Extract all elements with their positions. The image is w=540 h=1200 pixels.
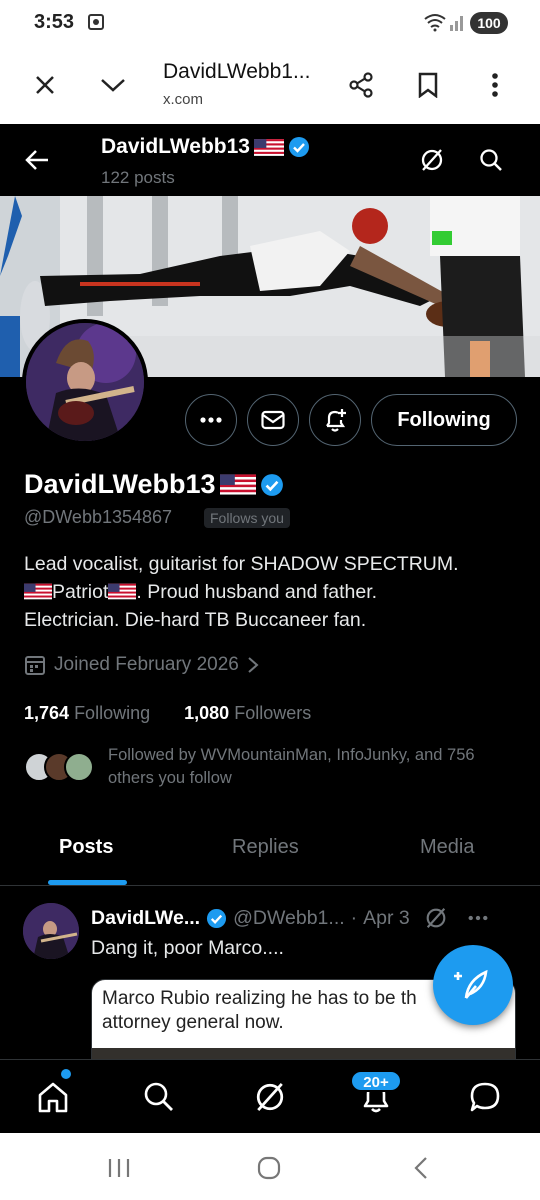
browser-page-title[interactable]: DavidLWebb1...: [163, 60, 310, 84]
tab-media[interactable]: Media: [420, 836, 474, 859]
home-button-icon[interactable]: [254, 1153, 284, 1183]
header-posts-count: 122 posts: [101, 168, 175, 187]
notifications-badge: 20+: [350, 1070, 402, 1092]
verified-badge-icon: [289, 137, 309, 157]
flag-us-icon: [108, 583, 137, 600]
header-profile-name: DavidLWebb13: [101, 135, 310, 159]
followed-by-row[interactable]: Followed by WVMountainMan, InfoJunky, an…: [24, 744, 524, 792]
flag-us-icon: [219, 474, 256, 495]
grok-icon[interactable]: [247, 1074, 293, 1120]
system-nav-bar: [0, 1133, 540, 1200]
following-label: Following: [74, 703, 151, 723]
chevron-down-icon[interactable]: [96, 68, 130, 102]
joined-date: Joined February 2026: [54, 654, 239, 675]
message-button[interactable]: [247, 394, 299, 446]
bookmark-icon[interactable]: [411, 68, 445, 102]
compose-button[interactable]: [433, 945, 513, 1025]
tab-posts[interactable]: Posts: [59, 836, 113, 859]
flag-us-icon: [24, 583, 52, 600]
more-vert-icon[interactable]: [478, 68, 512, 102]
post-author-name[interactable]: DavidLWe...: [91, 907, 200, 930]
post-separator: ·: [350, 906, 358, 929]
profile-handle: @DWebb1354867: [24, 507, 173, 527]
profile-name-text: DavidLWebb13: [24, 469, 216, 499]
bio-patriot: Patriot: [52, 581, 109, 603]
search-icon[interactable]: [471, 140, 511, 180]
mail-icon: [261, 410, 285, 430]
profile-bio: Lead vocalist, guitarist for SHADOW SPEC…: [24, 550, 524, 634]
battery-indicator: 100: [470, 12, 508, 34]
more-horiz-icon: [200, 417, 222, 423]
verified-badge-icon: [207, 908, 227, 928]
profile-tabs: Posts Replies Media: [0, 820, 540, 886]
bottom-nav: [0, 1059, 540, 1133]
post-media-caption: Marco Rubio realizing he has to be th at…: [102, 988, 417, 1033]
screen-record-icon: [86, 12, 106, 37]
flag-us-icon: [254, 138, 284, 156]
post-meta: DavidLWe... @DWebb1... · Apr 3: [91, 906, 488, 930]
followers-label: Followers: [234, 703, 312, 723]
browser-host[interactable]: x.com: [163, 91, 203, 108]
signal-icon: [450, 13, 466, 36]
close-icon[interactable]: [28, 68, 62, 102]
bio-line-2: Patriot . Proud husband and father.: [24, 578, 524, 606]
compose-icon: [454, 969, 488, 999]
profile-display-name: DavidLWebb13: [24, 469, 284, 500]
post-text: Dang it, poor Marco....: [91, 937, 284, 959]
post-avatar[interactable]: [23, 903, 79, 959]
share-icon[interactable]: [344, 68, 378, 102]
notify-button[interactable]: [309, 394, 361, 446]
status-bar: 3:53 100: [0, 0, 540, 46]
profile-avatar[interactable]: [22, 319, 148, 445]
profile-header-bar: DavidLWebb13 122 posts: [0, 124, 540, 196]
calendar-icon: [25, 656, 45, 675]
bell-plus-icon: [326, 409, 346, 432]
bio-line-2-rest: . Proud husband and father.: [136, 581, 378, 603]
verified-badge-icon[interactable]: [260, 473, 284, 497]
bio-line-1: Lead vocalist, guitarist for SHADOW SPEC…: [24, 553, 459, 575]
post-media-image: [92, 1048, 515, 1059]
more-horiz-icon[interactable]: [468, 915, 488, 921]
grok-icon[interactable]: [412, 140, 452, 180]
following-count: 1,764: [24, 703, 70, 723]
avatar: [64, 752, 94, 782]
more-options-button[interactable]: [185, 394, 237, 446]
follows-you-badge: Follows you: [204, 508, 290, 528]
home-unread-dot: [61, 1069, 71, 1079]
back-arrow-icon[interactable]: [17, 140, 57, 180]
following-button[interactable]: Following: [371, 394, 517, 446]
chevron-right-icon: [248, 657, 259, 673]
browser-toolbar: DavidLWebb1... x.com: [0, 46, 540, 124]
following-count-link[interactable]: 1,764 Following: [24, 703, 150, 723]
wifi-icon: [423, 12, 447, 37]
status-time: 3:53: [34, 11, 75, 33]
bio-line-3: Electrician. Die-hard TB Buccaneer fan.: [24, 609, 367, 631]
followers-count-link[interactable]: 1,080 Followers: [184, 703, 311, 723]
home-icon[interactable]: [30, 1074, 76, 1120]
search-icon[interactable]: [136, 1074, 182, 1120]
header-name-text: DavidLWebb13: [101, 135, 250, 158]
joined-date-row[interactable]: Joined February 2026: [24, 654, 259, 676]
back-icon[interactable]: [406, 1153, 436, 1183]
post-author-handle: @DWebb1...: [233, 906, 345, 929]
recents-icon[interactable]: [104, 1153, 134, 1183]
follow-counts: 1,764 Following 1,080 Followers: [24, 703, 311, 724]
active-tab-indicator: [48, 880, 127, 885]
tab-replies[interactable]: Replies: [232, 836, 299, 859]
chat-icon[interactable]: [462, 1074, 508, 1120]
post-date[interactable]: Apr 3: [363, 907, 410, 930]
grok-icon[interactable]: [424, 906, 448, 930]
followed-by-text: Followed by WVMountainMan, InfoJunky, an…: [108, 746, 475, 787]
followers-count: 1,080: [184, 703, 230, 723]
